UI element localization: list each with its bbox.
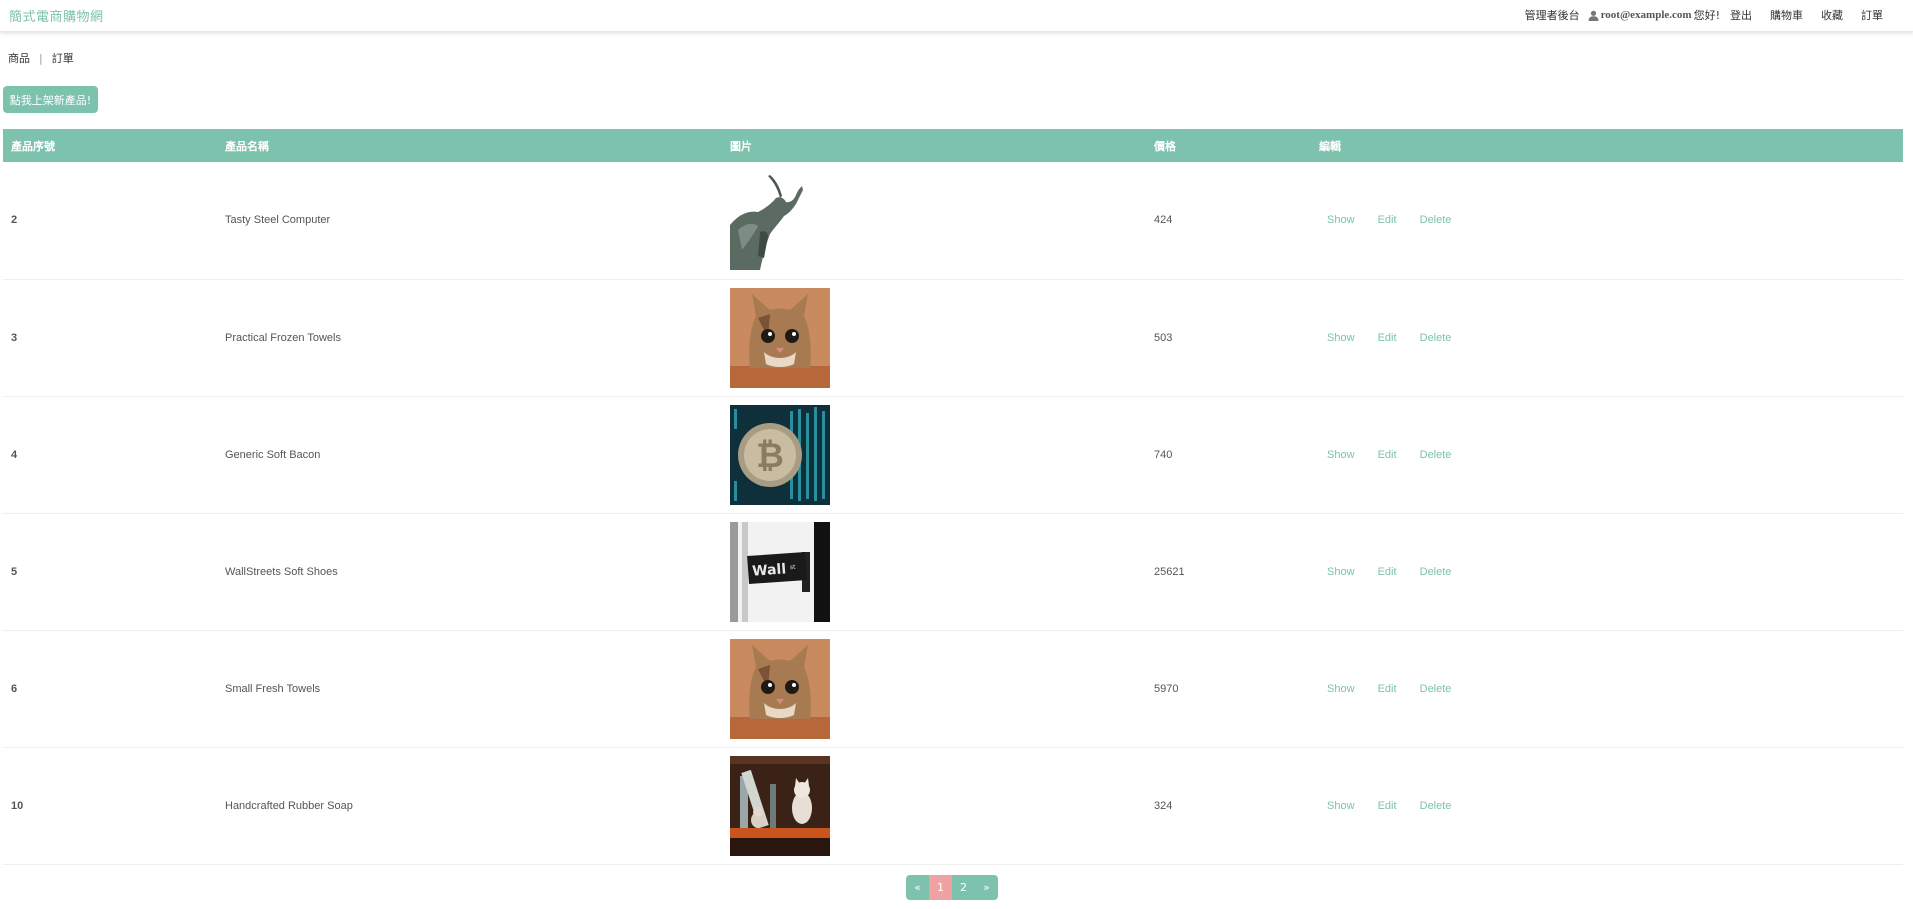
product-id: 5	[11, 565, 18, 578]
product-name: Handcrafted Rubber Soap	[225, 799, 353, 812]
product-name: Generic Soft Bacon	[225, 448, 321, 461]
header-edit: 編輯	[1319, 139, 1341, 153]
product-price: 324	[1154, 799, 1173, 812]
cart-link[interactable]: 購物車	[1770, 7, 1803, 23]
delete-link[interactable]: Delete	[1420, 800, 1452, 812]
product-name: Practical Frozen Towels	[225, 331, 341, 344]
show-link[interactable]: Show	[1327, 332, 1355, 344]
header-product-name: 產品名稱	[225, 139, 269, 153]
product-price: 424	[1154, 214, 1173, 227]
wall-street-sign-image: Wall st	[730, 521, 830, 622]
pagination-page-1[interactable]: 1	[929, 875, 952, 900]
greeting-text: 您好!	[1693, 9, 1720, 22]
add-product-button[interactable]: 點我上架新產品!	[3, 86, 98, 113]
header-price: 價格	[1154, 139, 1176, 153]
orders-link[interactable]: 訂單	[1861, 7, 1883, 23]
pagination-next-button[interactable]: »	[975, 875, 998, 900]
table-row: 4 Generic Soft Bacon ₿ 740 Show Edit Del…	[3, 396, 1903, 513]
header-image: 圖片	[730, 139, 752, 153]
cat-image	[730, 638, 830, 739]
user-info: root@example.com 您好!	[1588, 7, 1720, 23]
show-link[interactable]: Show	[1327, 566, 1355, 578]
show-link[interactable]: Show	[1327, 449, 1355, 461]
user-email: root@example.com	[1600, 9, 1692, 21]
cat-image	[730, 287, 830, 388]
kittens-bookshelf-image	[730, 755, 830, 856]
pagination-prev-button[interactable]: «	[906, 875, 929, 900]
show-link[interactable]: Show	[1327, 800, 1355, 812]
bitcoin-image: ₿	[730, 404, 830, 505]
edit-link[interactable]: Edit	[1378, 449, 1397, 461]
top-navbar: 簡式電商購物網 管理者後台 root@example.com 您好! 登出 購物…	[0, 0, 1913, 32]
table-row: 6 Small Fresh Towels 5970 Show Edit Dele…	[3, 630, 1903, 747]
user-icon	[1588, 10, 1599, 21]
table-row: 2 Tasty Steel Computer 424 Show Edit Del…	[3, 162, 1903, 279]
edit-link[interactable]: Edit	[1378, 566, 1397, 578]
admin-link[interactable]: 管理者後台	[1525, 7, 1580, 23]
breadcrumb-products[interactable]: 商品	[8, 50, 30, 66]
breadcrumb-separator: |	[39, 51, 43, 65]
header-product-id: 產品序號	[11, 139, 55, 153]
product-name: Tasty Steel Computer	[225, 214, 331, 227]
breadcrumb: 商品 | 訂單	[8, 50, 74, 66]
product-table-wrapper: 產品序號 產品名稱 圖片 價格 編輯 2 Tasty Steel Compute…	[3, 129, 1903, 865]
product-id: 3	[11, 331, 18, 344]
product-id: 6	[11, 682, 18, 695]
product-price: 25621	[1154, 565, 1185, 578]
product-name: Small Fresh Towels	[225, 682, 321, 695]
bull-statue-image	[730, 170, 830, 271]
product-name: WallStreets Soft Shoes	[225, 565, 338, 578]
edit-link[interactable]: Edit	[1378, 332, 1397, 344]
pagination-page-2[interactable]: 2	[952, 875, 975, 900]
navbar-right: 管理者後台 root@example.com 您好! 登出 購物車 收藏 訂單	[1525, 7, 1883, 23]
show-link[interactable]: Show	[1327, 683, 1355, 695]
delete-link[interactable]: Delete	[1420, 449, 1452, 461]
svg-text:₿: ₿	[756, 436, 784, 476]
table-header-row: 產品序號 產品名稱 圖片 價格 編輯	[3, 129, 1903, 162]
show-link[interactable]: Show	[1327, 214, 1355, 226]
breadcrumb-orders[interactable]: 訂單	[52, 50, 74, 66]
product-id: 10	[11, 799, 24, 812]
delete-link[interactable]: Delete	[1420, 214, 1452, 226]
table-row: 3 Practical Frozen Towels 503 Show Edit …	[3, 279, 1903, 396]
logout-link[interactable]: 登出	[1730, 7, 1752, 23]
table-row: 10 Handcrafted Rubber Soap 324 Show Edit…	[3, 747, 1903, 864]
pagination: « 1 2 »	[906, 875, 998, 900]
delete-link[interactable]: Delete	[1420, 683, 1452, 695]
product-price: 740	[1154, 448, 1173, 461]
delete-link[interactable]: Delete	[1420, 566, 1452, 578]
product-id: 2	[11, 214, 18, 227]
edit-link[interactable]: Edit	[1378, 683, 1397, 695]
table-row: 5 WallStreets Soft Shoes Wall st 25621 S…	[3, 513, 1903, 630]
product-id: 4	[11, 448, 18, 461]
site-brand[interactable]: 簡式電商購物網	[9, 6, 104, 25]
edit-link[interactable]: Edit	[1378, 800, 1397, 812]
favorites-link[interactable]: 收藏	[1821, 7, 1843, 23]
product-price: 503	[1154, 331, 1173, 344]
product-price: 5970	[1154, 682, 1179, 695]
svg-text:Wall: Wall	[752, 561, 787, 579]
product-table: 產品序號 產品名稱 圖片 價格 編輯 2 Tasty Steel Compute…	[3, 129, 1903, 865]
edit-link[interactable]: Edit	[1378, 214, 1397, 226]
delete-link[interactable]: Delete	[1420, 332, 1452, 344]
